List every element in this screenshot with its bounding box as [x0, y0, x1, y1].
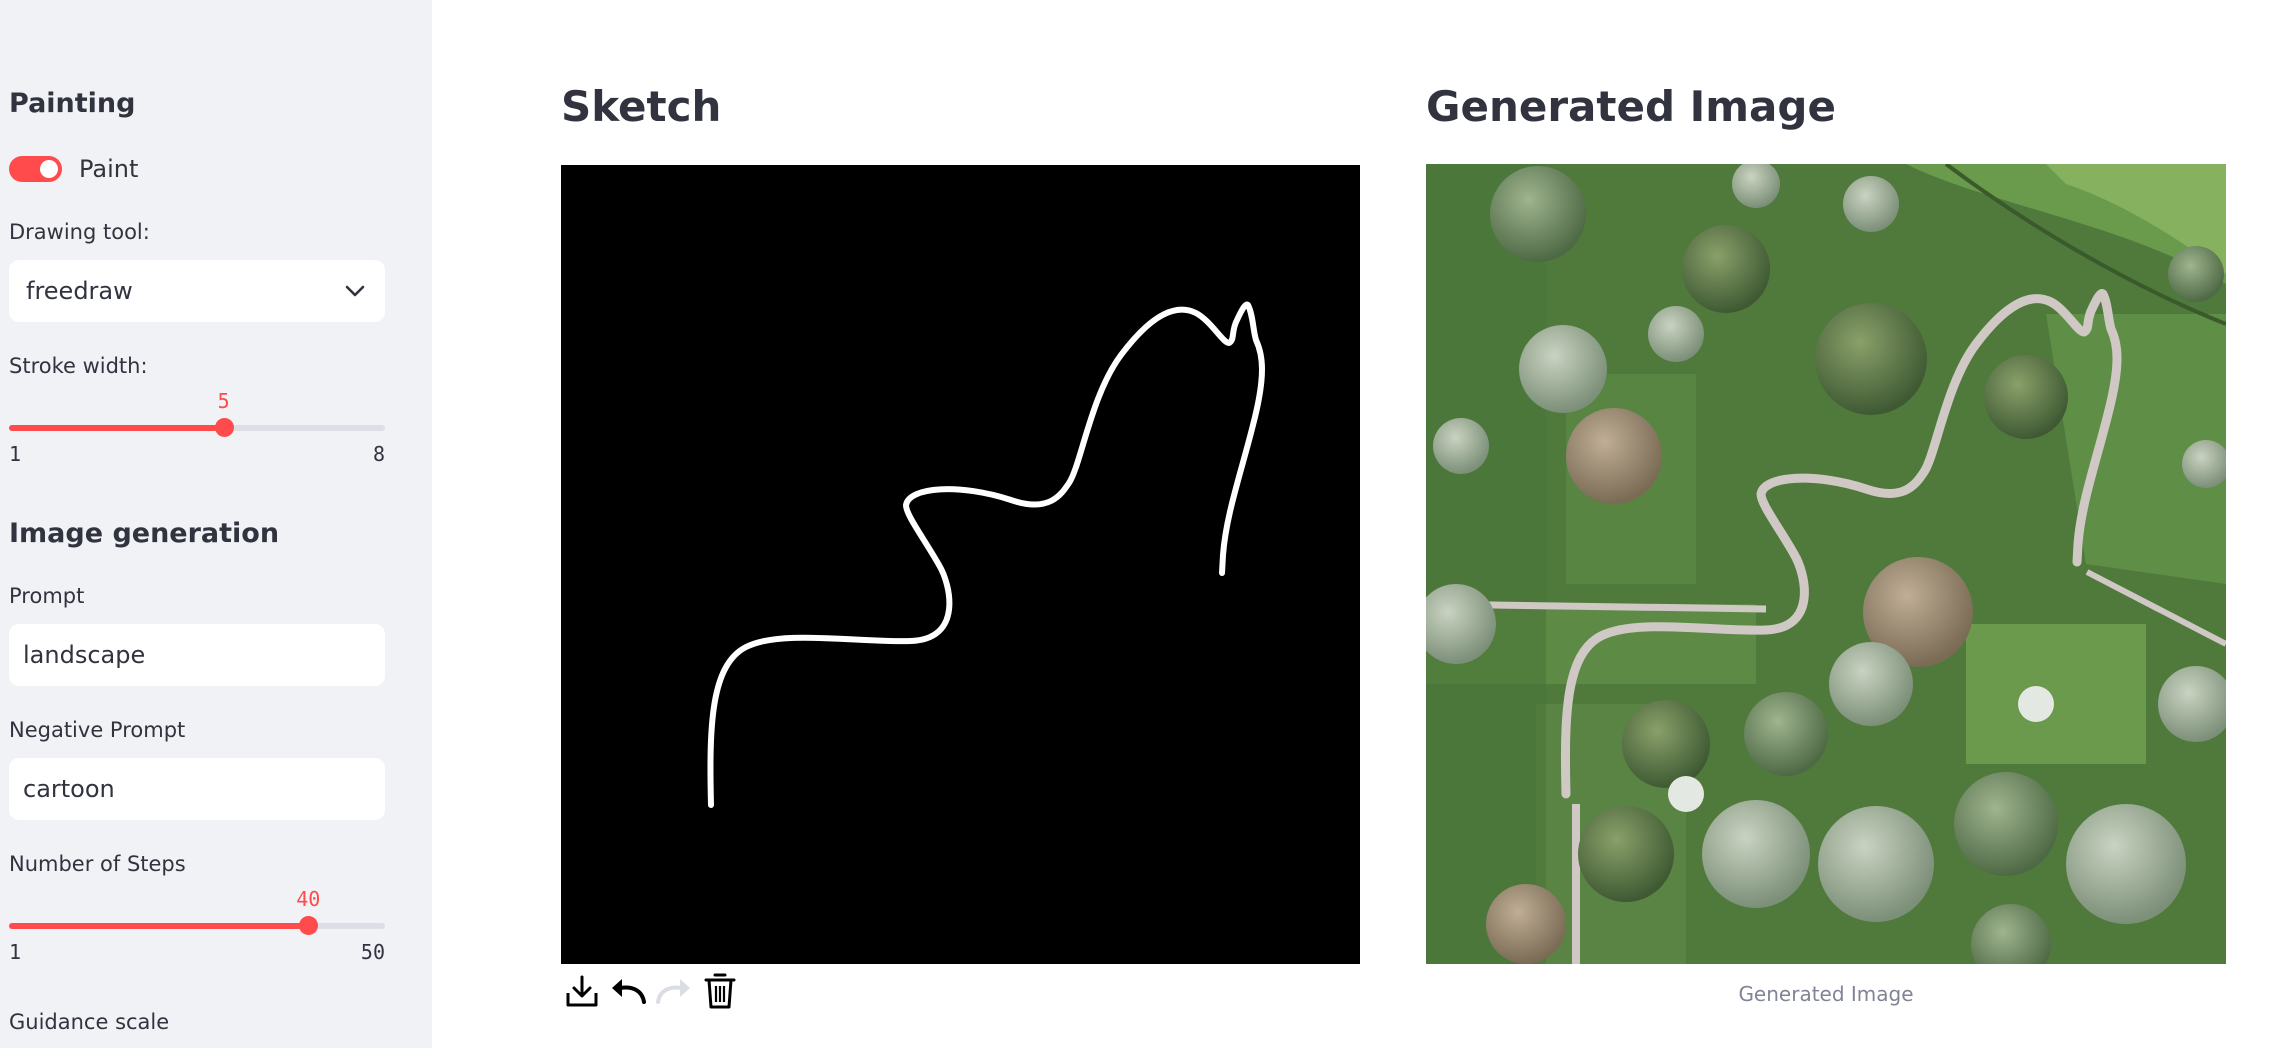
negative-prompt-field[interactable]	[9, 758, 385, 820]
slider-track	[9, 425, 385, 431]
slider-thumb[interactable]	[214, 418, 234, 437]
generated-image-caption: Generated Image	[1738, 982, 1914, 1006]
slider-track	[9, 923, 385, 929]
prompt-label: Prompt	[9, 584, 85, 608]
sketch-title: Sketch	[561, 82, 722, 131]
image-generation-section-title: Image generation	[9, 518, 280, 549]
stroke-width-slider[interactable]: 5 1 8	[9, 389, 385, 472]
drawing-tool-value: freedraw	[26, 277, 133, 305]
slider-min: 1	[9, 940, 22, 964]
undo-icon[interactable]	[607, 970, 649, 1012]
paint-toggle-row[interactable]: Paint	[9, 151, 138, 187]
slider-max: 8	[372, 442, 385, 466]
sketch-canvas[interactable]	[561, 165, 1360, 964]
slider-value: 40	[296, 887, 321, 911]
canvas-toolbar	[561, 970, 741, 1012]
steps-label: Number of Steps	[9, 852, 186, 876]
painting-section-title: Painting	[9, 88, 136, 119]
toggle-knob	[40, 160, 58, 178]
chevron-down-icon	[345, 285, 365, 297]
paint-toggle[interactable]	[9, 156, 62, 182]
paint-toggle-label: Paint	[79, 155, 139, 183]
drawing-tool-label: Drawing tool:	[9, 220, 150, 244]
stroke-width-label: Stroke width:	[9, 354, 148, 378]
trash-icon[interactable]	[699, 970, 741, 1012]
slider-max: 50	[360, 940, 385, 964]
prompt-input[interactable]	[23, 641, 371, 669]
slider-fill	[9, 923, 309, 929]
redo-icon[interactable]	[653, 970, 695, 1012]
slider-fill	[9, 425, 224, 431]
sketch-stroke	[707, 301, 1265, 808]
slider-thumb[interactable]	[299, 916, 319, 935]
generated-image	[1426, 164, 2226, 964]
steps-slider[interactable]: 40 1 50	[9, 887, 385, 970]
drawing-tool-select[interactable]: freedraw	[9, 260, 385, 322]
prompt-field[interactable]	[9, 624, 385, 686]
slider-value: 5	[217, 389, 230, 413]
negative-prompt-label: Negative Prompt	[9, 718, 186, 742]
slider-min: 1	[9, 442, 22, 466]
negative-prompt-input[interactable]	[23, 775, 371, 803]
guidance-scale-label: Guidance scale	[9, 1010, 170, 1034]
sidebar: Painting Paint Drawing tool: freedraw St…	[0, 0, 432, 1048]
generated-image-title: Generated Image	[1426, 82, 1836, 131]
download-icon[interactable]	[561, 970, 603, 1012]
